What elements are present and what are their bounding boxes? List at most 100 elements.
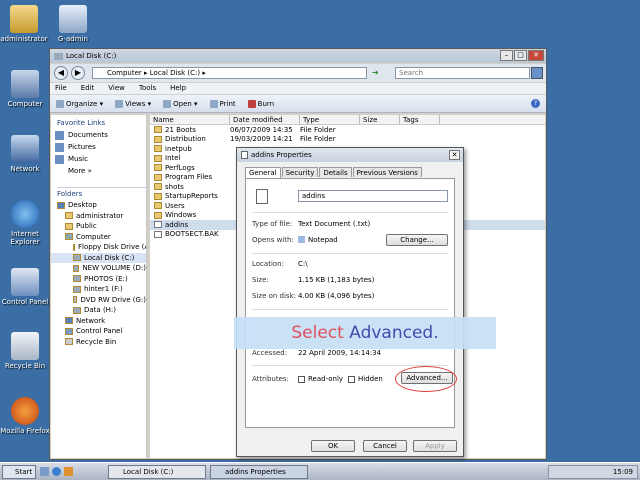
desktop-icon-network[interactable]: Network xyxy=(0,135,53,173)
address-bar[interactable]: Computer ▸ Local Disk (C:) ▸ xyxy=(92,67,367,79)
drive-icon xyxy=(73,254,81,262)
tree-item-local-disk-c[interactable]: Local Disk (C:) xyxy=(51,252,146,263)
switch-windows-icon[interactable] xyxy=(64,467,73,476)
print-icon xyxy=(209,99,218,108)
col-size[interactable]: Size xyxy=(360,115,400,124)
cancel-button[interactable]: Cancel xyxy=(363,440,407,452)
folders-title[interactable]: Folders xyxy=(57,187,146,198)
desktop-folder-icon xyxy=(57,201,65,209)
print-button[interactable]: Print xyxy=(209,99,236,108)
folder-icon xyxy=(154,135,162,143)
tree-item-dvd-g[interactable]: DVD RW Drive (G:) xyxy=(51,295,146,306)
tree-item-administrator[interactable]: administrator xyxy=(51,211,146,222)
forward-button[interactable]: ▶ xyxy=(71,66,85,80)
file-row[interactable]: 21 Boots 06/07/2009 14:35 File Folder xyxy=(150,125,545,135)
desktop-icon-internet-explorer[interactable]: Internet Explorer xyxy=(0,200,53,246)
user-folder-icon xyxy=(10,5,38,33)
computer-icon xyxy=(11,70,39,98)
tab-security[interactable]: Security xyxy=(281,167,319,177)
internet-explorer-icon[interactable] xyxy=(52,467,61,476)
tab-previous-versions[interactable]: Previous Versions xyxy=(352,167,422,177)
desktop-icon-firefox[interactable]: Mozilla Firefox xyxy=(0,397,53,435)
tree-item-photos-e[interactable]: PHOTOS (E:) xyxy=(51,274,146,285)
minimize-button[interactable]: – xyxy=(500,50,513,61)
show-desktop-icon[interactable] xyxy=(40,467,49,476)
clock[interactable]: 15:09 xyxy=(613,468,633,476)
control-panel-icon xyxy=(11,268,39,296)
tree-item-network[interactable]: Network xyxy=(51,316,146,327)
start-button[interactable]: Start xyxy=(2,465,36,479)
apply-button[interactable]: Apply xyxy=(413,440,457,452)
help-icon[interactable]: ? xyxy=(531,99,540,108)
attributes-label: Attributes: xyxy=(252,375,289,383)
tree-item-data-h[interactable]: Data (H:) xyxy=(51,305,146,316)
menu-view[interactable]: View xyxy=(108,83,125,94)
network-icon xyxy=(11,135,39,163)
filename-input[interactable]: addins xyxy=(298,190,448,202)
taskbar-item-addins-properties[interactable]: addins Properties xyxy=(210,465,308,479)
highlight-circle xyxy=(395,366,457,392)
change-button[interactable]: Change... xyxy=(386,234,448,246)
col-date[interactable]: Date modified xyxy=(230,115,300,124)
col-type[interactable]: Type xyxy=(300,115,360,124)
desktop-icon-control-panel[interactable]: Control Panel xyxy=(0,268,53,306)
tree-item-public[interactable]: Public xyxy=(51,221,146,232)
file-row[interactable]: Distribution 19/03/2009 14:21 File Folder xyxy=(150,135,545,145)
readonly-checkbox[interactable]: Read-only xyxy=(298,375,343,383)
control-panel-icon xyxy=(65,327,73,335)
search-icon[interactable] xyxy=(531,67,543,79)
col-name[interactable]: Name xyxy=(150,115,230,124)
desktop-icon-recycle-bin[interactable]: Recycle Bin xyxy=(0,332,53,370)
system-tray: 15:09 xyxy=(548,465,638,479)
folder-icon xyxy=(154,192,162,200)
shortcut-icon xyxy=(59,5,87,33)
type-label: Type of file: xyxy=(252,220,293,228)
refresh-icon[interactable]: ➜ xyxy=(372,68,379,77)
size-on-disk-label: Size on disk: xyxy=(252,292,296,300)
ok-button[interactable]: OK xyxy=(311,440,355,452)
menu-help[interactable]: Help xyxy=(170,83,186,94)
link-documents[interactable]: Documents xyxy=(51,129,146,141)
tree-item-volume-d[interactable]: NEW VOLUME (D:) xyxy=(51,263,146,274)
link-pictures[interactable]: Pictures xyxy=(51,141,146,153)
link-more[interactable]: More » xyxy=(51,165,146,177)
tree-item-recycle-bin[interactable]: Recycle Bin xyxy=(51,337,146,348)
taskbar-item-local-disk[interactable]: Local Disk (C:) xyxy=(108,465,206,479)
search-input[interactable]: Search xyxy=(395,67,530,79)
folder-icon xyxy=(154,126,162,134)
hidden-checkbox[interactable]: Hidden xyxy=(348,375,383,383)
menu-tools[interactable]: Tools xyxy=(139,83,156,94)
maximize-button[interactable]: □ xyxy=(514,50,527,61)
tree-item-computer[interactable]: Computer xyxy=(51,232,146,243)
close-button[interactable]: ✕ xyxy=(528,50,544,61)
opens-with-label: Opens with: xyxy=(252,236,294,244)
views-button[interactable]: Views ▾ xyxy=(115,99,151,108)
tree-item-desktop[interactable]: Desktop xyxy=(51,200,146,211)
desktop-icon-g-admin[interactable]: G-admin xyxy=(45,5,101,43)
link-music[interactable]: Music xyxy=(51,153,146,165)
burn-icon xyxy=(247,99,256,108)
properties-titlebar[interactable]: addins Properties ✕ xyxy=(237,148,463,162)
organize-button[interactable]: Organize ▾ xyxy=(56,99,103,108)
col-tags[interactable]: Tags xyxy=(400,115,440,124)
tree-item-control-panel[interactable]: Control Panel xyxy=(51,326,146,337)
open-button[interactable]: Open ▾ xyxy=(163,99,198,108)
close-button[interactable]: ✕ xyxy=(449,150,460,160)
notepad-icon xyxy=(298,236,305,243)
tab-general[interactable]: General xyxy=(245,167,281,178)
views-icon xyxy=(115,99,124,108)
back-button[interactable]: ◀ xyxy=(54,66,68,80)
organize-icon xyxy=(56,99,64,108)
command-toolbar: Organize ▾ Views ▾ Open ▾ Print Burn ? xyxy=(50,95,546,113)
accessed-label: Accessed: xyxy=(252,349,288,357)
menu-file[interactable]: File xyxy=(55,83,67,94)
tree-item-f[interactable]: hinter1 (F:) xyxy=(51,284,146,295)
explorer-titlebar[interactable]: Local Disk (C:) – □ ✕ xyxy=(50,49,546,63)
folder-icon xyxy=(154,211,162,219)
tab-details[interactable]: Details xyxy=(319,167,352,177)
tree-item-floppy[interactable]: Floppy Disk Drive (A:) xyxy=(51,242,146,253)
desktop-icon-computer[interactable]: Computer xyxy=(0,70,53,108)
floppy-icon xyxy=(73,243,75,251)
menu-edit[interactable]: Edit xyxy=(81,83,95,94)
burn-button[interactable]: Burn xyxy=(247,99,274,108)
